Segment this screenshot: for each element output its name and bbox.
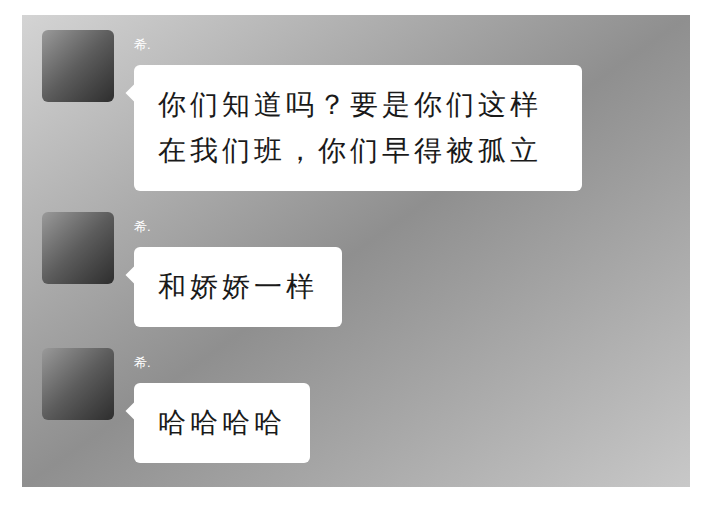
- message-content: 希.和娇娇一样: [134, 212, 342, 327]
- message-row: 希.和娇娇一样: [42, 212, 690, 327]
- sender-name: 希.: [134, 348, 151, 383]
- message-bubble: 哈哈哈哈: [134, 383, 310, 463]
- bubble-tail: [126, 85, 143, 102]
- avatar[interactable]: [42, 30, 114, 102]
- screen: 希.你们知道吗？要是你们这样在我们班，你们早得被孤立希.和娇娇一样希.哈哈哈哈: [0, 0, 720, 510]
- bubble-tail: [126, 267, 143, 284]
- message-text: 和娇娇一样: [158, 264, 318, 310]
- avatar[interactable]: [42, 348, 114, 420]
- message-row: 希.哈哈哈哈: [42, 348, 690, 463]
- bubble-tail: [126, 403, 143, 420]
- message-bubble: 和娇娇一样: [134, 247, 342, 327]
- message-content: 希.你们知道吗？要是你们这样在我们班，你们早得被孤立: [134, 30, 582, 191]
- chat-background: 希.你们知道吗？要是你们这样在我们班，你们早得被孤立希.和娇娇一样希.哈哈哈哈: [22, 15, 690, 487]
- message-bubble: 你们知道吗？要是你们这样在我们班，你们早得被孤立: [134, 65, 582, 191]
- message-row: 希.你们知道吗？要是你们这样在我们班，你们早得被孤立: [42, 30, 690, 191]
- message-text: 你们知道吗？要是你们这样在我们班，你们早得被孤立: [158, 82, 558, 174]
- message-content: 希.哈哈哈哈: [134, 348, 310, 463]
- message-text: 哈哈哈哈: [158, 400, 286, 446]
- avatar[interactable]: [42, 212, 114, 284]
- sender-name: 希.: [134, 212, 151, 247]
- sender-name: 希.: [134, 30, 151, 65]
